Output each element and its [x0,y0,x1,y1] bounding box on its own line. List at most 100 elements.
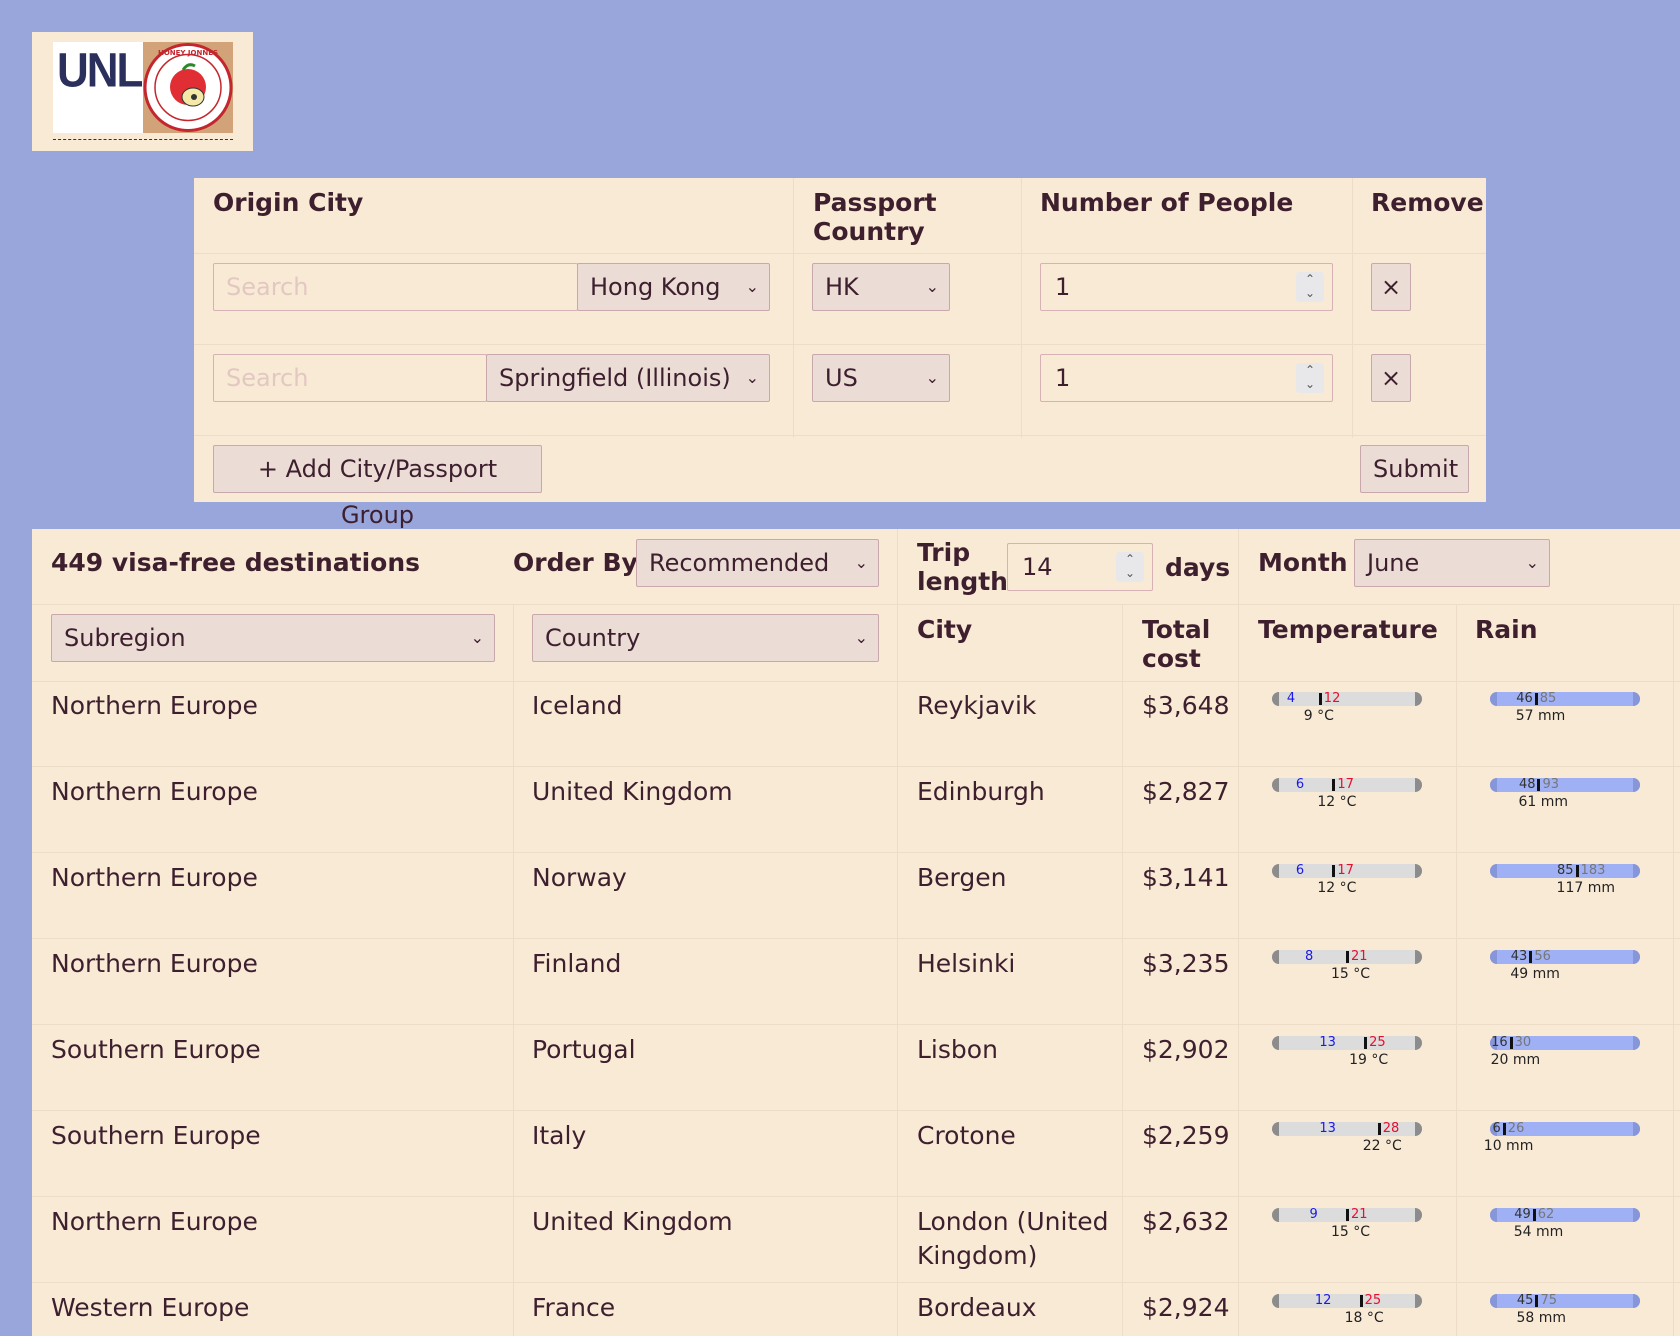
cell-total-cost: $2,632 [1142,1207,1230,1236]
column-header-total-cost[interactable]: Total cost [1142,615,1222,673]
rain-high: 75 [1540,1293,1557,1308]
add-group-button[interactable]: + Add City/Passport Group [213,445,542,529]
cell-total-cost: $3,648 [1142,691,1230,720]
origin-city-select[interactable]: Hong Kong ⌄ [577,263,770,311]
cell-city[interactable]: Edinburgh [917,775,1117,809]
rain-low: 46 [1516,691,1533,706]
header-remove: Remove [1371,188,1484,217]
range-cap [1415,1036,1422,1050]
range-cap [1415,692,1422,706]
table-row[interactable]: Northern Europe United Kingdom Edinburgh $2… [32,767,1680,853]
table-row[interactable]: Northern Europe Norway Bergen $3,141 6 17 12 °… [32,853,1680,939]
rain-low: 16 [1491,1035,1508,1050]
passport-select[interactable]: HK ⌄ [812,263,950,311]
table-row[interactable]: Northern Europe Finland Helsinki $3,235 8 21 1… [32,939,1680,1025]
site-logo[interactable]: UNLI HONEY JONNES [32,32,253,151]
table-row[interactable]: Southern Europe Portugal Lisbon $2,902 13 25 1… [32,1025,1680,1111]
close-icon: × [1380,364,1402,392]
origin-city-select[interactable]: Springfield (Illinois) ⌄ [486,354,770,402]
trip-length-input[interactable]: 14 ⌃ ⌄ [1007,543,1153,591]
logo-text: UNLI [57,43,154,98]
month-select[interactable]: June ⌄ [1354,539,1550,587]
rain-low: 48 [1518,777,1536,792]
chevron-down-icon: ⌄ [925,368,939,387]
temperature-range-bar: 6 17 [1272,863,1422,878]
temperature-average-marker [1332,779,1336,791]
cell-city[interactable]: Bergen [917,861,1117,895]
stepper-icon[interactable]: ⌃ ⌄ [1296,363,1324,393]
temperature-range-bar: 9 21 [1272,1207,1422,1222]
submit-button[interactable]: Submit [1360,445,1469,493]
temperature-low: 13 [1319,1121,1336,1136]
cell-city[interactable]: Reykjavik [917,689,1117,723]
table-row[interactable]: Southern Europe Italy Crotone $2,259 13 28 22 … [32,1111,1680,1197]
cell-city[interactable]: Bordeaux [917,1291,1117,1325]
range-cap [1490,864,1497,878]
temperature-average: 12 °C [1317,794,1357,810]
stepper-icon[interactable]: ⌃ ⌄ [1296,272,1324,302]
range-cap [1490,1208,1497,1222]
rain-high: 62 [1537,1207,1555,1222]
cell-city[interactable]: Crotone [917,1119,1117,1153]
city-search-input[interactable]: Search [213,263,578,311]
temperature-average: 9 °C [1303,708,1334,724]
table-row[interactable]: Western Europe France Bordeaux $2,924 12 25 18… [32,1283,1680,1336]
country-filter-value: Country [545,624,641,652]
range-cap [1633,778,1640,792]
logo-image: UNLI HONEY JONNES [53,42,233,133]
remove-row-button[interactable]: × [1371,263,1411,311]
cell-country: United Kingdom [532,777,733,806]
range-cap [1272,1208,1279,1222]
temperature-average: 19 °C [1349,1052,1389,1068]
range-cap [1415,1294,1422,1308]
order-by-select[interactable]: Recommended ⌄ [636,539,879,587]
people-count-input[interactable]: 1 ⌃ ⌄ [1040,263,1333,311]
chevron-down-icon: ⌄ [854,628,868,647]
chevron-down-icon: ⌄ [925,277,939,296]
temperature-high: 21 [1351,1207,1368,1222]
range-cap [1415,950,1422,964]
rain-average-marker [1535,1295,1539,1307]
rain-average: 10 mm [1483,1138,1534,1154]
range-cap [1490,778,1497,792]
rain-range-bar: 45 75 [1490,1293,1640,1308]
temperature-high: 28 [1382,1121,1400,1136]
temperature-high: 25 [1369,1035,1386,1050]
temperature-high: 21 [1351,949,1368,964]
header-origin-city: Origin City [213,188,364,217]
city-search-input[interactable]: Search [213,354,487,402]
remove-row-button[interactable]: × [1371,354,1411,402]
rain-average-marker [1532,1209,1536,1221]
table-row[interactable]: Northern Europe Iceland Reykjavik $3,648 4 12… [32,681,1680,767]
rain-average: 57 mm [1515,708,1566,724]
table-row[interactable]: Northern Europe United Kingdom London (Uni… [32,1197,1680,1283]
logo-badge: HONEY JONNES [143,42,233,133]
cell-city[interactable]: Lisbon [917,1033,1117,1067]
column-header-temperature[interactable]: Temperature [1258,615,1438,644]
subregion-filter[interactable]: Subregion ⌄ [51,614,495,662]
rain-average-marker [1575,865,1579,877]
cell-subregion: Northern Europe [51,1207,258,1236]
cell-city[interactable]: Helsinki [917,947,1117,981]
range-cap [1415,1122,1422,1136]
country-filter[interactable]: Country ⌄ [532,614,879,662]
row-divider [194,253,1486,254]
range-cap [1490,1294,1497,1308]
cell-subregion: Southern Europe [51,1035,261,1064]
cell-city[interactable]: London (United Kingdom) [917,1205,1117,1273]
cell-total-cost: $2,924 [1142,1293,1230,1322]
range-cap [1633,1036,1640,1050]
cell-country: Portugal [532,1035,636,1064]
temperature-high: 25 [1364,1293,1382,1308]
cell-subregion: Northern Europe [51,949,258,978]
temperature-average-marker [1364,1037,1368,1049]
rain-range-bar: 49 62 [1490,1207,1640,1222]
stepper-icon[interactable]: ⌃ ⌄ [1116,552,1144,582]
people-count-input[interactable]: 1 ⌃ ⌄ [1040,354,1333,402]
rain-high: 56 [1534,949,1551,964]
passport-select[interactable]: US ⌄ [812,354,950,402]
rain-average: 20 mm [1490,1052,1541,1068]
range-cap [1633,1208,1640,1222]
column-header-rain[interactable]: Rain [1475,615,1538,644]
column-header-city[interactable]: City [917,615,972,644]
